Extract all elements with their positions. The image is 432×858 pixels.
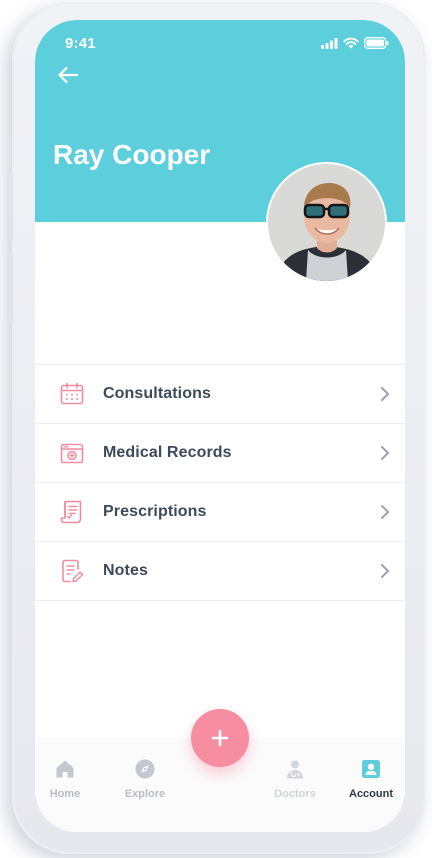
tab-label: Home <box>49 788 81 800</box>
tab-doctors[interactable]: Doctors <box>260 758 330 808</box>
add-button[interactable] <box>191 709 249 767</box>
menu-item-label: Medical Records <box>103 444 232 461</box>
phone-side-button <box>7 172 13 242</box>
status-icons <box>321 37 389 49</box>
tab-label: Explore <box>124 788 166 800</box>
medical-folder-icon <box>60 443 84 464</box>
signal-icon <box>321 37 338 49</box>
status-bar: 9:41 <box>35 20 405 64</box>
battery-icon <box>364 37 389 49</box>
back-button[interactable] <box>53 60 83 90</box>
chevron-right-icon <box>381 564 389 578</box>
menu-item-label: Notes <box>103 562 148 579</box>
tab-explore[interactable]: Explore <box>110 758 180 808</box>
prescription-scroll-icon <box>60 500 82 524</box>
chevron-right-icon <box>381 387 389 401</box>
tab-label: Doctors <box>274 788 316 800</box>
avatar <box>266 162 387 283</box>
chevron-right-icon <box>381 446 389 460</box>
screen: 9:41 Ray Cooper Consultations Medical Re… <box>35 20 405 832</box>
account-menu: Consultations Medical Records Prescripti… <box>35 364 405 601</box>
note-edit-icon <box>62 559 84 583</box>
menu-item-label: Prescriptions <box>103 503 207 520</box>
tab-label: Account <box>349 788 393 800</box>
doctor-icon <box>287 760 303 779</box>
avatar-photo <box>268 164 385 281</box>
menu-item-prescriptions[interactable]: Prescriptions <box>35 483 405 542</box>
wifi-icon <box>343 37 359 49</box>
plus-icon <box>211 729 229 747</box>
menu-item-notes[interactable]: Notes <box>35 542 405 601</box>
home-icon <box>56 760 74 778</box>
phone-side-button <box>7 253 13 323</box>
user-name: Ray Cooper <box>53 139 211 170</box>
account-icon <box>362 760 380 778</box>
calendar-icon <box>60 382 84 405</box>
tab-home[interactable]: Home <box>35 758 100 808</box>
tab-account[interactable]: Account <box>336 758 405 808</box>
status-time: 9:41 <box>65 35 96 52</box>
arrow-left-icon <box>58 66 79 84</box>
menu-item-medical-records[interactable]: Medical Records <box>35 424 405 483</box>
menu-item-label: Consultations <box>103 385 211 402</box>
compass-icon <box>135 759 155 779</box>
menu-item-consultations[interactable]: Consultations <box>35 365 405 424</box>
chevron-right-icon <box>381 505 389 519</box>
